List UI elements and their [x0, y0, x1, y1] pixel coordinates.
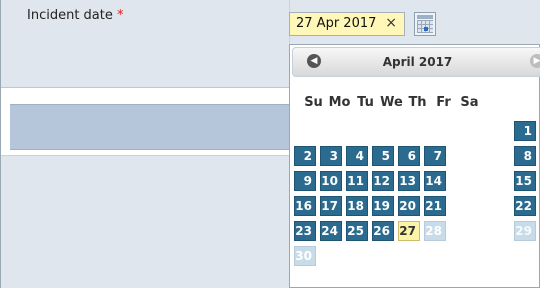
- disabled-day-cell: 29: [514, 221, 536, 241]
- dow-fr: Fr: [436, 95, 451, 110]
- day-cell[interactable]: 26: [372, 221, 394, 241]
- form-panel: Incident date *: [0, 0, 290, 288]
- day-cell[interactable]: 7: [424, 146, 446, 166]
- form-section-bottom: [1, 155, 290, 288]
- day-cell[interactable]: 10: [320, 171, 342, 191]
- day-cell[interactable]: 14: [424, 171, 446, 191]
- dow-th: Th: [408, 95, 427, 110]
- day-cell[interactable]: 20: [398, 196, 420, 216]
- day-cell[interactable]: 21: [424, 196, 446, 216]
- incident-date-value: 27 Apr 2017: [296, 16, 377, 31]
- day-cell[interactable]: 3: [320, 146, 342, 166]
- calendar-icon[interactable]: [414, 12, 436, 36]
- day-cell[interactable]: 15: [514, 171, 536, 191]
- day-cell[interactable]: 17: [320, 196, 342, 216]
- day-cell[interactable]: 23: [294, 221, 316, 241]
- day-cell[interactable]: 18: [346, 196, 368, 216]
- clear-date-icon[interactable]: ×: [385, 15, 397, 31]
- date-picker-header: ◀ April 2017 ▶: [292, 47, 540, 77]
- disabled-day-cell: 28: [424, 221, 446, 241]
- screen: Incident date * 27 Apr 2017 × ◀ April 20…: [0, 0, 540, 288]
- day-cell[interactable]: 6: [398, 146, 420, 166]
- dow-su: Su: [304, 95, 323, 110]
- disabled-day-cell: 30: [294, 246, 316, 266]
- day-cell[interactable]: 4: [346, 146, 368, 166]
- next-month-icon[interactable]: ▶: [530, 54, 540, 68]
- required-asterisk: *: [117, 8, 124, 23]
- day-cell[interactable]: 22: [514, 196, 536, 216]
- dow-sa: Sa: [460, 95, 479, 110]
- day-cell[interactable]: 24: [320, 221, 342, 241]
- day-cell[interactable]: 11: [346, 171, 368, 191]
- day-cell[interactable]: 12: [372, 171, 394, 191]
- day-cell[interactable]: 13: [398, 171, 420, 191]
- selected-day-cell[interactable]: 27: [398, 221, 420, 241]
- day-cell[interactable]: 1: [514, 121, 536, 141]
- day-cell[interactable]: 16: [294, 196, 316, 216]
- day-cell[interactable]: 5: [372, 146, 394, 166]
- day-cell[interactable]: 9: [294, 171, 316, 191]
- month-title: April 2017: [382, 55, 453, 69]
- incident-date-label-text: Incident date: [27, 8, 113, 23]
- spacer: [1, 88, 290, 102]
- day-cell[interactable]: 19: [372, 196, 394, 216]
- calendar-icon-highlight: [424, 27, 428, 31]
- dow-we: We: [380, 95, 403, 110]
- calendar-icon-header: [417, 15, 433, 19]
- incident-date-input[interactable]: 27 Apr 2017 ×: [289, 12, 405, 36]
- form-row-divider: [10, 104, 290, 150]
- dow-tu: Tu: [357, 95, 374, 110]
- day-cell[interactable]: 8: [514, 146, 536, 166]
- day-cell[interactable]: 2: [294, 146, 316, 166]
- incident-date-label: Incident date *: [27, 8, 124, 23]
- form-section-top: Incident date *: [1, 0, 290, 88]
- day-cell[interactable]: 25: [346, 221, 368, 241]
- dow-mo: Mo: [328, 95, 351, 110]
- date-picker-popup: ◀ April 2017 ▶ Su Mo Tu We Th Fr Sa 1 2 …: [289, 44, 540, 288]
